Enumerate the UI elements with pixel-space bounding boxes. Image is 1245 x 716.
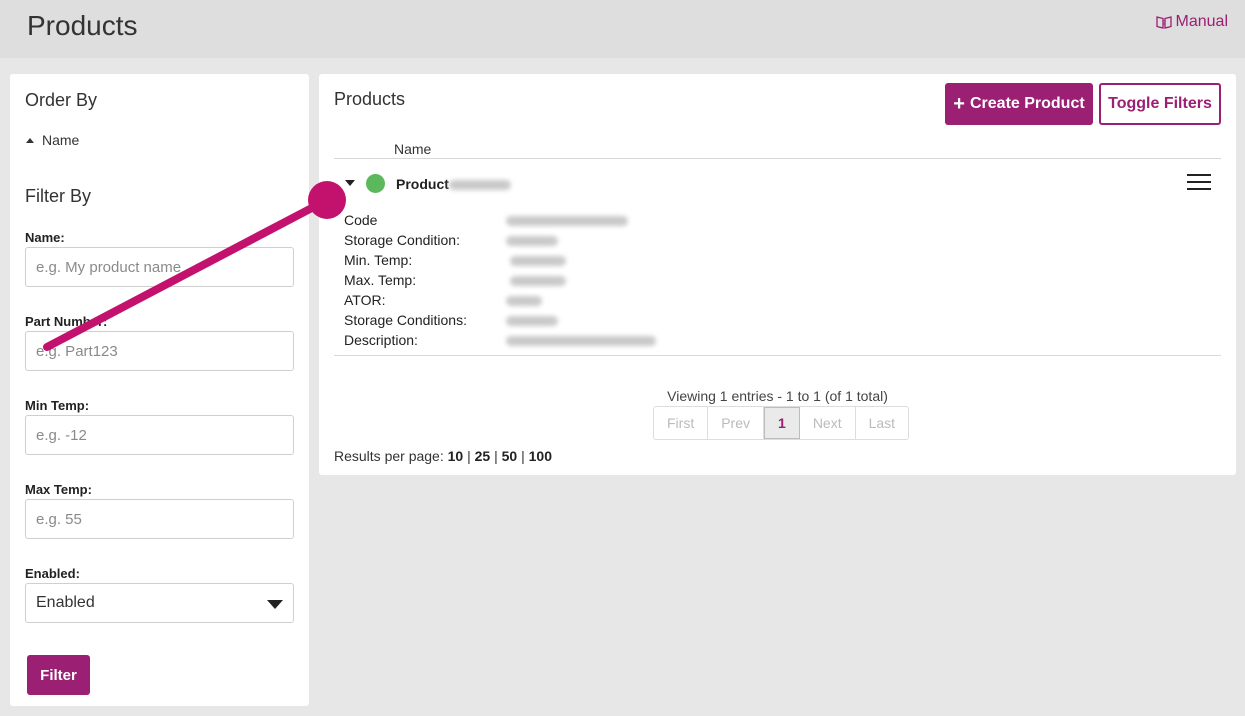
filter-by-heading: Filter By <box>25 186 92 206</box>
redacted-value <box>506 236 558 246</box>
book-icon: ? <box>1155 16 1172 29</box>
status-indicator-icon <box>366 174 385 193</box>
sort-ascending-icon <box>26 137 34 143</box>
detail-label-storage-conditions: Storage Conditions: <box>344 312 467 328</box>
detail-label-code: Code <box>344 212 378 228</box>
min-temp-field-label: Min Temp: <box>25 398 90 413</box>
detail-label-max-temp: Max. Temp: <box>344 272 417 288</box>
redacted-value <box>506 296 542 306</box>
detail-label-description: Description: <box>344 332 418 348</box>
min-temp-filter-input[interactable] <box>25 415 294 455</box>
filter-sidebar: Order By Name Filter By Name: Part Numbe… <box>10 74 309 706</box>
pagination: First Prev 1 Next Last <box>653 406 910 440</box>
top-bar: Products ? Manual <box>0 0 1245 58</box>
page-title: Products <box>27 10 138 41</box>
filter-button[interactable]: Filter <box>27 655 90 695</box>
part-number-filter-input[interactable] <box>25 331 294 371</box>
name-field-label: Name: <box>25 230 65 245</box>
order-by-name[interactable]: Name <box>26 132 79 148</box>
redacted-product-id <box>449 180 511 190</box>
manual-label: Manual <box>1175 13 1228 30</box>
results-per-page: Results per page: 10 | 25 | 50 | 100 <box>334 448 552 464</box>
column-header-name[interactable]: Name <box>394 141 431 157</box>
results-per-page-label: Results per page: <box>334 448 444 464</box>
chevron-down-icon <box>267 600 283 609</box>
order-by-name-label: Name <box>42 132 80 148</box>
expand-caret-icon[interactable] <box>345 180 355 186</box>
order-by-heading: Order By <box>25 90 98 110</box>
redacted-value <box>510 256 566 266</box>
row-divider <box>334 355 1221 356</box>
page-last-button[interactable]: Last <box>855 407 909 439</box>
manual-link[interactable]: ? Manual <box>1155 13 1228 31</box>
part-number-field-label: Part Number: <box>25 314 108 329</box>
per-page-option[interactable]: 100 <box>529 448 552 464</box>
max-temp-field-label: Max Temp: <box>25 482 92 497</box>
create-product-button[interactable]: + Create Product <box>945 83 1093 125</box>
redacted-value <box>510 276 566 286</box>
max-temp-filter-input[interactable] <box>25 499 294 539</box>
plus-icon: + <box>953 93 965 115</box>
products-panel-title: Products <box>334 89 406 109</box>
redacted-value <box>506 216 628 226</box>
redacted-value <box>506 316 558 326</box>
enabled-select-value: Enabled <box>36 594 95 611</box>
detail-label-storage-condition: Storage Condition: <box>344 232 460 248</box>
per-page-option[interactable]: 10 <box>448 448 464 464</box>
page-current-button[interactable]: 1 <box>764 407 800 439</box>
detail-label-min-temp: Min. Temp: <box>344 252 413 268</box>
toggle-filters-button[interactable]: Toggle Filters <box>1099 83 1221 125</box>
enabled-field-label: Enabled: <box>25 566 80 581</box>
per-page-option[interactable]: 25 <box>475 448 491 464</box>
hamburger-menu-icon[interactable] <box>1187 174 1211 192</box>
per-page-option[interactable]: 50 <box>502 448 518 464</box>
product-name: Product <box>396 176 449 192</box>
entries-summary: Viewing 1 entries - 1 to 1 (of 1 total) <box>667 388 888 404</box>
page-first-button[interactable]: First <box>654 407 709 439</box>
page-next-button[interactable]: Next <box>799 407 856 439</box>
svg-text:?: ? <box>1162 20 1166 27</box>
enabled-select[interactable]: Enabled <box>25 583 294 623</box>
detail-label-ator: ATOR: <box>344 292 386 308</box>
header-divider <box>334 158 1221 159</box>
page-prev-button[interactable]: Prev <box>708 407 765 439</box>
redacted-value <box>506 336 656 346</box>
name-filter-input[interactable] <box>25 247 294 287</box>
products-panel: Products + Create Product Toggle Filters… <box>319 74 1236 475</box>
create-product-label: Create Product <box>969 95 1085 112</box>
